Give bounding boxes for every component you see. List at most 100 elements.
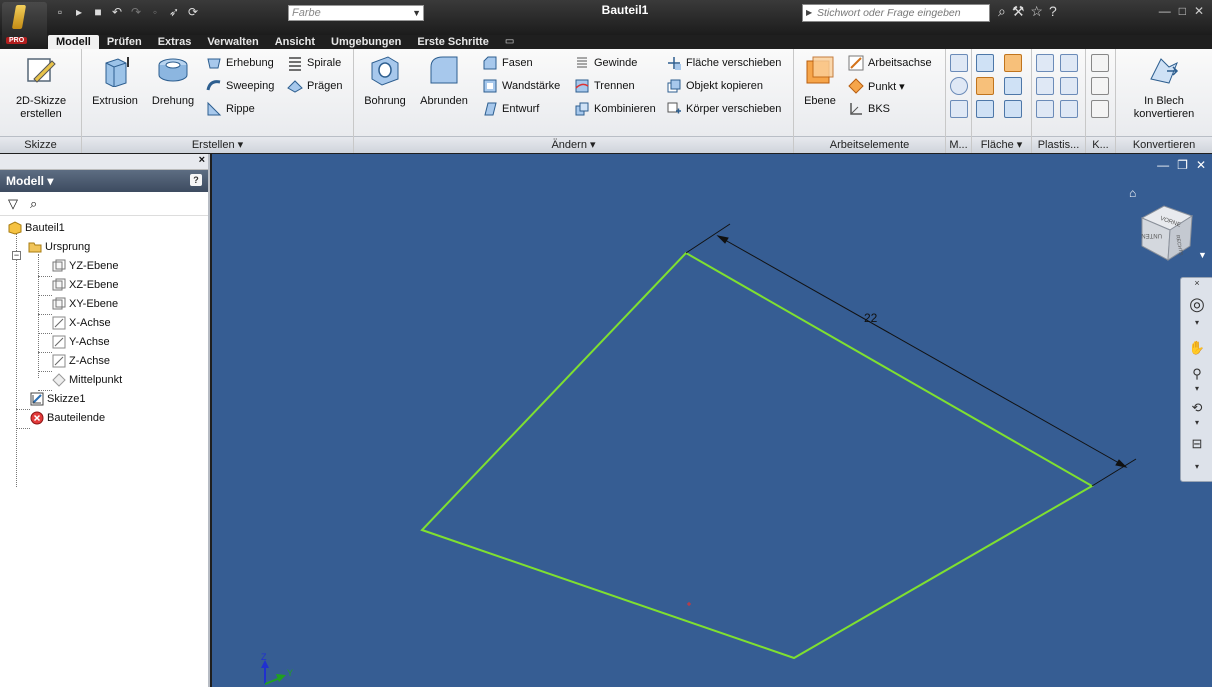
lip-icon[interactable] bbox=[1060, 100, 1078, 118]
steering-wheel-icon[interactable]: ◎ bbox=[1181, 294, 1212, 315]
browser-grip[interactable]: × bbox=[0, 154, 208, 170]
tree-item-yz-ebene[interactable]: YZ-Ebene bbox=[52, 256, 119, 275]
delete-face-icon[interactable] bbox=[1004, 100, 1022, 118]
panel-title-flaeche[interactable]: Fläche ▾ bbox=[972, 136, 1031, 153]
boss-icon[interactable] bbox=[1060, 77, 1078, 95]
application-menu-button[interactable]: PRO bbox=[2, 2, 47, 47]
chevron-down-icon[interactable]: ▾ bbox=[1181, 462, 1212, 471]
panel-title-plastis[interactable]: Plastis... bbox=[1032, 136, 1085, 153]
graphics-viewport[interactable]: — ❐ ✕ 22 Z Y ⌂ VORNE UNTEN RECHTS ▼ × ◎ … bbox=[212, 154, 1212, 687]
favorites-star-icon[interactable]: ☆ bbox=[1030, 3, 1043, 20]
stitch-icon[interactable] bbox=[976, 54, 994, 72]
punkt-button[interactable]: Punkt ▾ bbox=[848, 76, 905, 96]
tree-item-xz-ebene[interactable]: XZ-Ebene bbox=[52, 275, 119, 294]
abrunden-button[interactable]: Abrunden bbox=[416, 51, 472, 108]
entwurf-button[interactable]: Entwurf bbox=[482, 99, 539, 119]
flaeche-verschieben-button[interactable]: Fläche verschieben bbox=[666, 53, 781, 73]
update-icon[interactable]: ⟳ bbox=[185, 5, 201, 19]
sculpt-icon[interactable] bbox=[976, 100, 994, 118]
tab-verwalten[interactable]: Verwalten bbox=[199, 35, 266, 49]
tree-item-bauteil[interactable]: Bauteil1 bbox=[8, 218, 65, 237]
filter-icon[interactable]: ▽ bbox=[8, 196, 18, 211]
tab-extras[interactable]: Extras bbox=[150, 35, 200, 49]
circular-pattern-icon[interactable] bbox=[950, 77, 968, 95]
chevron-down-icon[interactable]: ▾ bbox=[1181, 318, 1212, 327]
ebene-button[interactable]: Ebene bbox=[798, 51, 842, 108]
rule-fillet-icon[interactable] bbox=[1036, 77, 1054, 95]
make-part-icon[interactable] bbox=[1091, 100, 1109, 118]
tree-item-ursprung[interactable]: Ursprung bbox=[28, 237, 90, 256]
chevron-down-icon[interactable]: ▾ bbox=[1181, 418, 1212, 427]
tree-item-mittelpunkt[interactable]: Mittelpunkt bbox=[52, 370, 122, 389]
tab-modell[interactable]: Modell bbox=[48, 35, 99, 49]
mirror-icon[interactable] bbox=[950, 100, 968, 118]
koerper-verschieben-button[interactable]: Körper verschieben bbox=[666, 99, 781, 119]
restore-icon[interactable]: □ bbox=[1179, 4, 1186, 18]
spirale-button[interactable]: Spirale bbox=[287, 53, 341, 73]
erhebung-button[interactable]: Erhebung bbox=[206, 53, 274, 73]
panel-title-aendern[interactable]: Ändern ▾ bbox=[354, 136, 793, 153]
thicken-icon[interactable] bbox=[976, 77, 994, 95]
close-icon[interactable]: × bbox=[199, 154, 205, 166]
panel-title-erstellen[interactable]: Erstellen ▾ bbox=[82, 136, 353, 153]
close-icon[interactable]: ✕ bbox=[1194, 4, 1204, 18]
viewcube-menu-icon[interactable]: ▼ bbox=[1198, 250, 1207, 260]
panel-title-muster[interactable]: M... bbox=[946, 136, 971, 153]
close-icon[interactable]: × bbox=[1181, 278, 1212, 288]
tab-pruefen[interactable]: Prüfen bbox=[99, 35, 150, 49]
fasen-button[interactable]: Fasen bbox=[482, 53, 533, 73]
tree-item-skizze[interactable]: Skizze1 bbox=[30, 389, 86, 408]
new-file-icon[interactable]: ▫ bbox=[52, 5, 68, 19]
rest-icon[interactable] bbox=[1036, 100, 1054, 118]
patch-icon[interactable] bbox=[1004, 54, 1022, 72]
tree-item-x-achse[interactable]: X-Achse bbox=[52, 313, 111, 332]
extrusion-button[interactable]: Extrusion bbox=[86, 51, 144, 108]
kombinieren-button[interactable]: Kombinieren bbox=[574, 99, 656, 119]
chevron-down-icon[interactable]: ▾ bbox=[1181, 384, 1212, 393]
dimension-value[interactable]: 22 bbox=[864, 311, 878, 325]
return-icon[interactable]: ◦ bbox=[147, 5, 163, 19]
import-icon[interactable] bbox=[1091, 77, 1109, 95]
zoom-icon[interactable]: ⚲ bbox=[1181, 366, 1212, 382]
look-at-icon[interactable]: ⊟ bbox=[1181, 436, 1212, 452]
collapse-toggle[interactable]: − bbox=[12, 251, 21, 260]
help-search-input[interactable]: ▶ Stichwort oder Frage eingeben bbox=[802, 4, 990, 22]
dimension-22[interactable] bbox=[685, 223, 1137, 487]
rectangular-pattern-icon[interactable] bbox=[950, 54, 968, 72]
tree-item-z-achse[interactable]: Z-Achse bbox=[52, 351, 110, 370]
bohrung-button[interactable]: Bohrung bbox=[358, 51, 412, 108]
panel-title-k[interactable]: K... bbox=[1086, 136, 1115, 153]
ribbon-minimize-icon[interactable]: ▭ bbox=[497, 35, 522, 49]
praegen-button[interactable]: Prägen bbox=[287, 76, 342, 96]
convert-to-sheet-metal-button[interactable]: In Blech konvertieren bbox=[1122, 51, 1206, 121]
arbeitsachse-button[interactable]: Arbeitsachse bbox=[848, 53, 932, 73]
open-folder-icon[interactable]: ▸ bbox=[71, 5, 87, 19]
rippe-button[interactable]: Rippe bbox=[206, 99, 255, 119]
orbit-icon[interactable]: ⟲ bbox=[1181, 400, 1212, 416]
help-icon[interactable]: ? bbox=[190, 174, 202, 186]
sweeping-button[interactable]: Sweeping bbox=[206, 76, 274, 96]
grill-icon[interactable] bbox=[1036, 54, 1054, 72]
wrench-icon[interactable]: ⚒ bbox=[1012, 3, 1025, 20]
sketch-profile[interactable] bbox=[420, 251, 1095, 660]
objekt-kopieren-button[interactable]: Objekt kopieren bbox=[666, 76, 763, 96]
color-select[interactable]: Farbe ▼ bbox=[288, 5, 424, 21]
tree-item-bauteilende[interactable]: Bauteilende bbox=[30, 408, 105, 427]
minimize-icon[interactable]: — bbox=[1159, 4, 1171, 18]
home-icon[interactable]: ⌂ bbox=[1129, 186, 1136, 200]
undo-icon[interactable]: ↶ bbox=[109, 5, 125, 19]
binoculars-icon[interactable]: ⌕ bbox=[998, 3, 1006, 20]
trim-icon[interactable] bbox=[1004, 77, 1022, 95]
tree-item-y-achse[interactable]: Y-Achse bbox=[52, 332, 110, 351]
bks-button[interactable]: BKS bbox=[848, 99, 890, 119]
tab-erste-schritte[interactable]: Erste Schritte bbox=[409, 35, 497, 49]
pan-hand-icon[interactable]: ✋ bbox=[1181, 340, 1212, 356]
derive-icon[interactable] bbox=[1091, 54, 1109, 72]
trennen-button[interactable]: Trennen bbox=[574, 76, 635, 96]
drehung-button[interactable]: Drehung bbox=[146, 51, 200, 108]
select-icon[interactable]: ➶ bbox=[166, 5, 182, 19]
create-2d-sketch-button[interactable]: 2D-Skizze erstellen bbox=[4, 51, 78, 121]
find-icon[interactable]: ⌕ bbox=[30, 196, 37, 211]
wandstaerke-button[interactable]: Wandstärke bbox=[482, 76, 560, 96]
redo-icon[interactable]: ↷ bbox=[128, 5, 144, 19]
